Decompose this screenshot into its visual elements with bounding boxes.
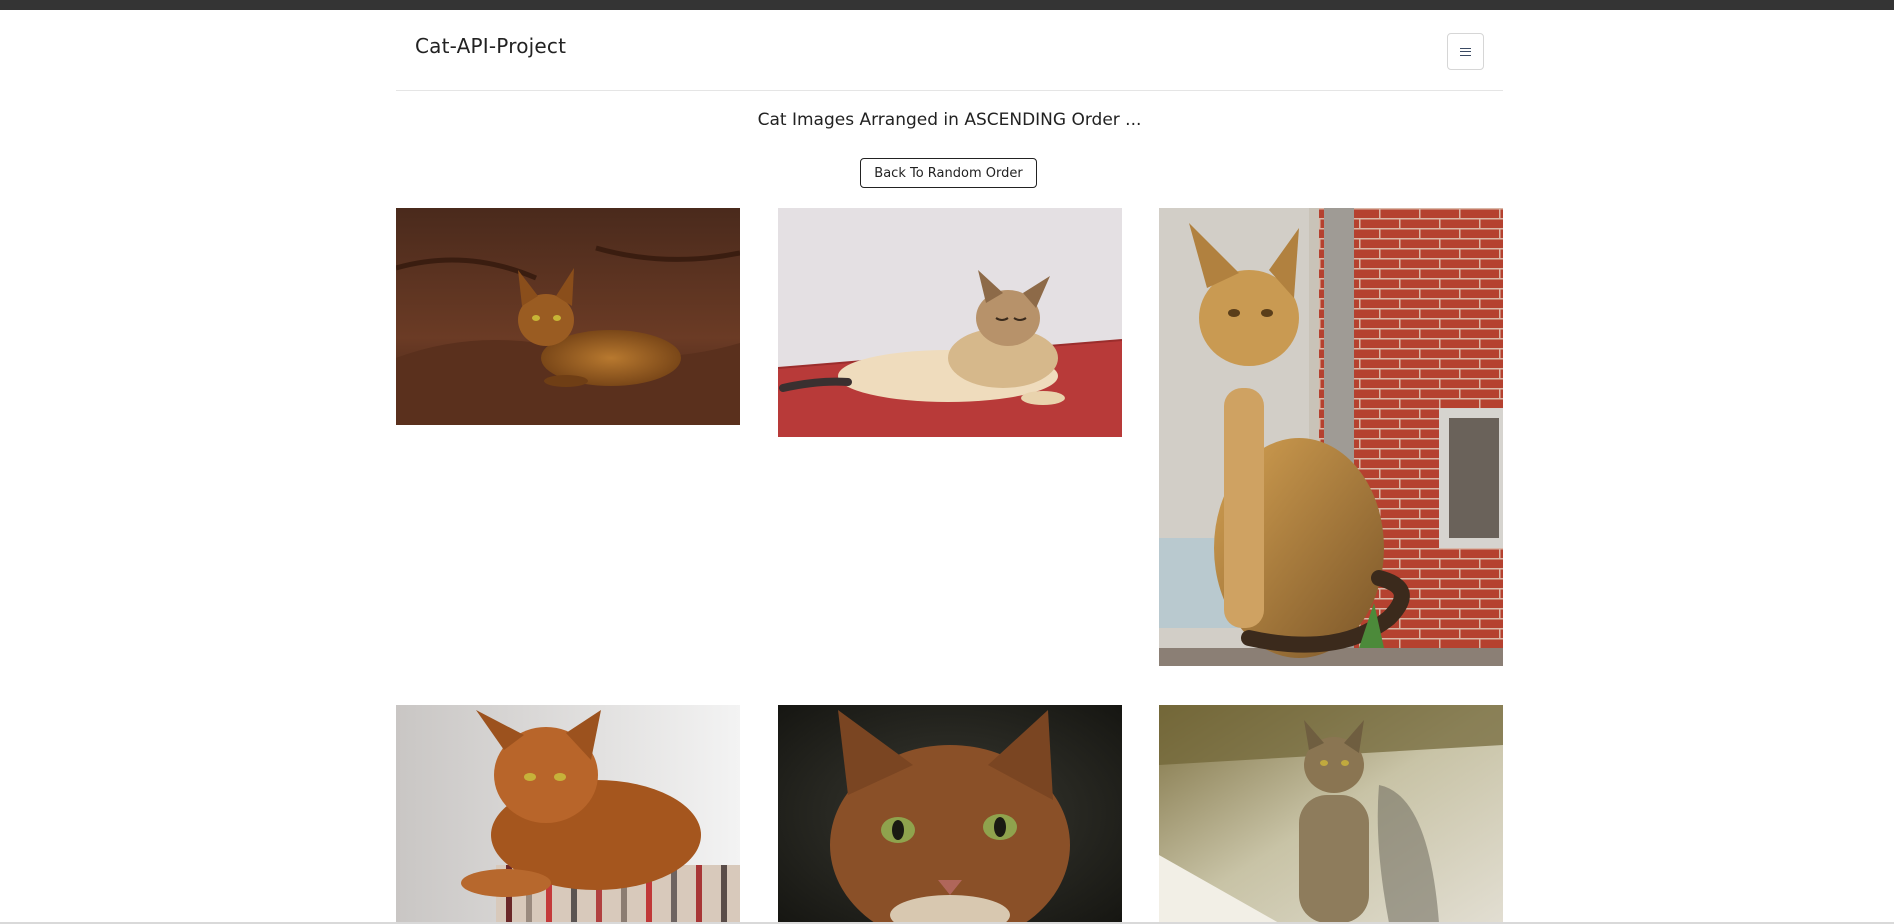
navbar: Cat-API-Project: [396, 10, 1503, 91]
menu-toggle-button[interactable]: [1447, 33, 1484, 70]
page-container: Cat-API-Project Cat Images Arranged in A…: [396, 10, 1503, 924]
cat-image: [396, 705, 740, 923]
cat-image: [396, 208, 740, 425]
back-to-random-order-button[interactable]: Back To Random Order: [860, 158, 1037, 188]
navbar-brand[interactable]: Cat-API-Project: [415, 34, 566, 58]
browser-top-strip: [0, 0, 1894, 10]
cat-image: [778, 705, 1122, 923]
page-heading: Cat Images Arranged in ASCENDING Order .…: [757, 110, 1142, 130]
cat-image: [778, 208, 1122, 437]
cat-image: [1159, 705, 1503, 923]
hamburger-menu-icon: [1460, 47, 1471, 56]
cat-image: [1159, 208, 1503, 666]
